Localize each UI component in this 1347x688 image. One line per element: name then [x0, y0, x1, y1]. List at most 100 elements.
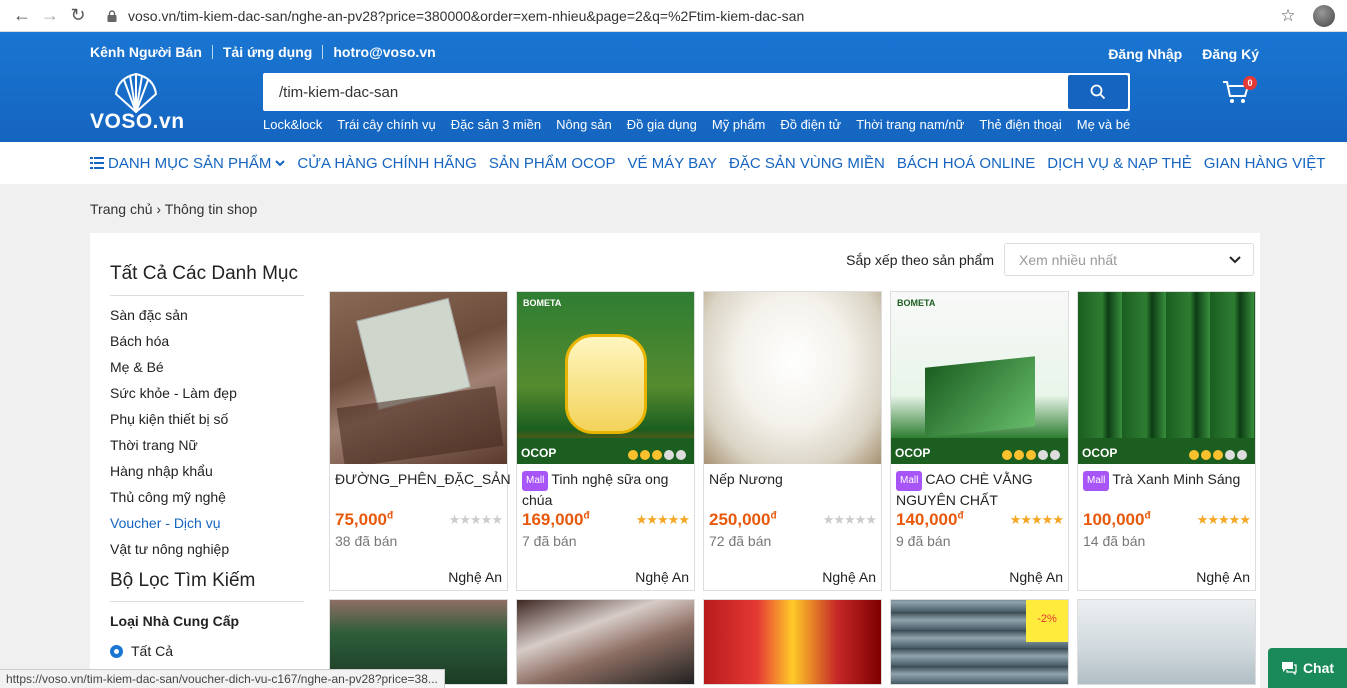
support-email-link[interactable]: hotro@voso.vn [323, 45, 445, 59]
product-card[interactable]: BOMETA OCOP Mall Tinh nghệ sữa ong chúa 1… [516, 291, 695, 591]
register-link[interactable]: Đăng Ký [1202, 46, 1259, 62]
product-image-sticky-rice [704, 292, 881, 464]
breadcrumb-home[interactable]: Trang chủ [90, 201, 153, 217]
category-item[interactable]: Thủ công mỹ nghệ [110, 486, 304, 512]
search-icon [1090, 84, 1106, 100]
quick-link[interactable]: Đặc sản 3 miền [451, 117, 541, 132]
quick-link[interactable]: Trái cây chính vụ [337, 117, 436, 132]
category-item[interactable]: Bách hóa [110, 330, 304, 356]
bookmark-star-icon[interactable]: ☆ [1273, 6, 1303, 26]
quick-link[interactable]: Thẻ điện thoại [979, 117, 1061, 132]
chat-icon [1281, 662, 1297, 675]
rating-stars-icon: ★★★★★ [448, 512, 503, 527]
chevron-down-icon [1229, 255, 1241, 263]
bometa-logo: BOMETA [523, 298, 562, 308]
nav-item-flights[interactable]: VÉ MÁY BAY [628, 155, 717, 172]
search-button[interactable] [1068, 75, 1128, 109]
rating-stars-icon: ★★★★★ [1196, 512, 1251, 527]
search-input[interactable] [265, 75, 1068, 109]
sold-count: 9 đã bán [896, 533, 951, 549]
quick-link[interactable]: Đồ điện tử [780, 117, 841, 132]
sort-select[interactable]: Xem nhiều nhất [1004, 243, 1254, 276]
filter-title: Bộ Lọc Tìm Kiếm [110, 570, 304, 602]
nav-item-regional-specialties[interactable]: ĐẶC SẢN VÙNG MIỀN [729, 155, 885, 172]
download-app-link[interactable]: Tải ứng dụng [213, 45, 324, 59]
product-location: Nghệ An [635, 569, 689, 585]
radio-checked-icon [110, 644, 123, 658]
login-link[interactable]: Đăng Nhập [1108, 46, 1182, 62]
chat-button[interactable]: Chat [1268, 648, 1347, 688]
quick-link[interactable]: Đồ gia dụng [627, 117, 697, 132]
ocop-stars-icon [1189, 450, 1247, 460]
category-item[interactable]: Sàn đặc sản [110, 304, 304, 330]
sold-count: 7 đã bán [522, 533, 577, 549]
product-card-partial[interactable] [703, 599, 882, 685]
seller-channel-link[interactable]: Kênh Người Bán [90, 45, 213, 59]
product-image-green-tea: OCOP [1078, 292, 1255, 464]
reload-icon[interactable]: ↻ [64, 2, 92, 30]
product-card[interactable]: ĐƯỜNG_PHÊN_ĐẶC_SẢN 75,000đ ★★★★★ 38 đã b… [329, 291, 511, 591]
quick-link[interactable]: Mẹ và bé [1077, 117, 1130, 132]
discount-badge: -2% [1026, 600, 1068, 642]
radio-label: Tất Cả [131, 643, 174, 659]
nav-item-official-stores[interactable]: CỬA HÀNG CHÍNH HÃNG [297, 155, 477, 172]
price-row: 100,000đ ★★★★★ [1078, 510, 1255, 530]
price-row: 75,000đ ★★★★★ [330, 510, 507, 530]
url-text: voso.vn/tim-kiem-dac-san/nghe-an-pv28?pr… [128, 7, 805, 24]
category-item[interactable]: Thời trang Nữ [110, 434, 304, 460]
nav-item-ocop[interactable]: SẢN PHẨM OCOP [489, 155, 616, 172]
product-card-partial[interactable]: -2% [890, 599, 1069, 685]
category-item[interactable]: Mẹ & Bé [110, 356, 304, 382]
back-icon[interactable]: ← [8, 2, 36, 30]
address-bar[interactable]: voso.vn/tim-kiem-dac-san/nghe-an-pv28?pr… [106, 3, 1273, 29]
rating-stars-icon: ★★★★★ [635, 512, 690, 527]
quick-link[interactable]: Thời trang nam/nữ [856, 117, 964, 132]
category-item-active[interactable]: Voucher - Dịch vụ [110, 512, 304, 538]
nav-item-services[interactable]: DỊCH VỤ & NẠP THẺ [1047, 155, 1191, 172]
quick-link[interactable]: Nông sản [556, 117, 612, 132]
product-image-brown-sugar [330, 292, 507, 464]
content-panel: Tất Cả Các Danh Mục Sàn đặc sản Bách hóa… [90, 233, 1260, 688]
product-price: 75,000đ [335, 510, 394, 529]
product-image-turmeric-jar: BOMETA OCOP [517, 292, 694, 464]
site-logo[interactable]: VOSO.vn [90, 72, 184, 134]
product-card-partial[interactable] [516, 599, 695, 685]
quick-link[interactable]: Mỹ phẩm [712, 117, 765, 132]
supplier-radio-all[interactable]: Tất Cả [110, 643, 304, 659]
status-bar-url: https://voso.vn/tim-kiem-dac-san/voucher… [0, 669, 445, 688]
forward-icon[interactable]: → [36, 2, 64, 30]
category-item[interactable]: Sức khỏe - Làm đẹp [110, 382, 304, 408]
product-price: 140,000đ [896, 510, 964, 529]
product-price: 169,000đ [522, 510, 590, 529]
product-name: Mall Trà Xanh Minh Sáng [1078, 464, 1255, 506]
profile-avatar[interactable] [1313, 4, 1335, 27]
sidebar: Tất Cả Các Danh Mục Sàn đặc sản Bách hóa… [110, 263, 304, 659]
product-name: Mall Tinh nghệ sữa ong chúa [522, 471, 669, 508]
product-card[interactable]: OCOP Mall Trà Xanh Minh Sáng 100,000đ ★★★… [1077, 291, 1256, 591]
site-header: Kênh Người Bán Tải ứng dụng hotro@voso.v… [0, 32, 1347, 142]
category-item[interactable]: Hàng nhập khẩu [110, 460, 304, 486]
sold-count: 72 đã bán [709, 533, 772, 549]
nav-item-grocery[interactable]: BÁCH HOÁ ONLINE [897, 155, 1035, 172]
cart-button[interactable]: 0 [1222, 76, 1257, 106]
category-item[interactable]: Vật tư nông nghiệp [110, 538, 304, 564]
logo-text: VOSO.vn [90, 110, 185, 133]
product-image-tea-box: BOMETA OCOP [891, 292, 1068, 464]
sidebar-title: Tất Cả Các Danh Mục [110, 263, 304, 296]
product-location: Nghệ An [1009, 569, 1063, 585]
nav-item-vietnam-stores[interactable]: GIAN HÀNG VIỆT [1204, 155, 1326, 172]
all-categories-menu[interactable]: DANH MỤC SẢN PHẨM [90, 155, 286, 172]
product-location: Nghệ An [448, 569, 502, 585]
product-card-partial[interactable] [1077, 599, 1256, 685]
category-item[interactable]: Phụ kiện thiết bị số [110, 408, 304, 434]
quick-link[interactable]: Lock&lock [263, 117, 322, 132]
chat-label: Chat [1302, 660, 1335, 676]
sold-count: 14 đã bán [1083, 533, 1146, 549]
product-name: Nếp Nương [709, 471, 783, 487]
category-list: Sàn đặc sản Bách hóa Mẹ & Bé Sức khỏe - … [110, 304, 304, 564]
rating-stars-icon: ★★★★★ [1009, 512, 1064, 527]
price-row: 250,000đ ★★★★★ [704, 510, 881, 530]
product-card[interactable]: Nếp Nương 250,000đ ★★★★★ 72 đã bán Nghệ … [703, 291, 882, 591]
product-card[interactable]: BOMETA OCOP Mall CAO CHÈ VẰNG NGUYÊN CHẤT… [890, 291, 1069, 591]
product-location: Nghệ An [822, 569, 876, 585]
